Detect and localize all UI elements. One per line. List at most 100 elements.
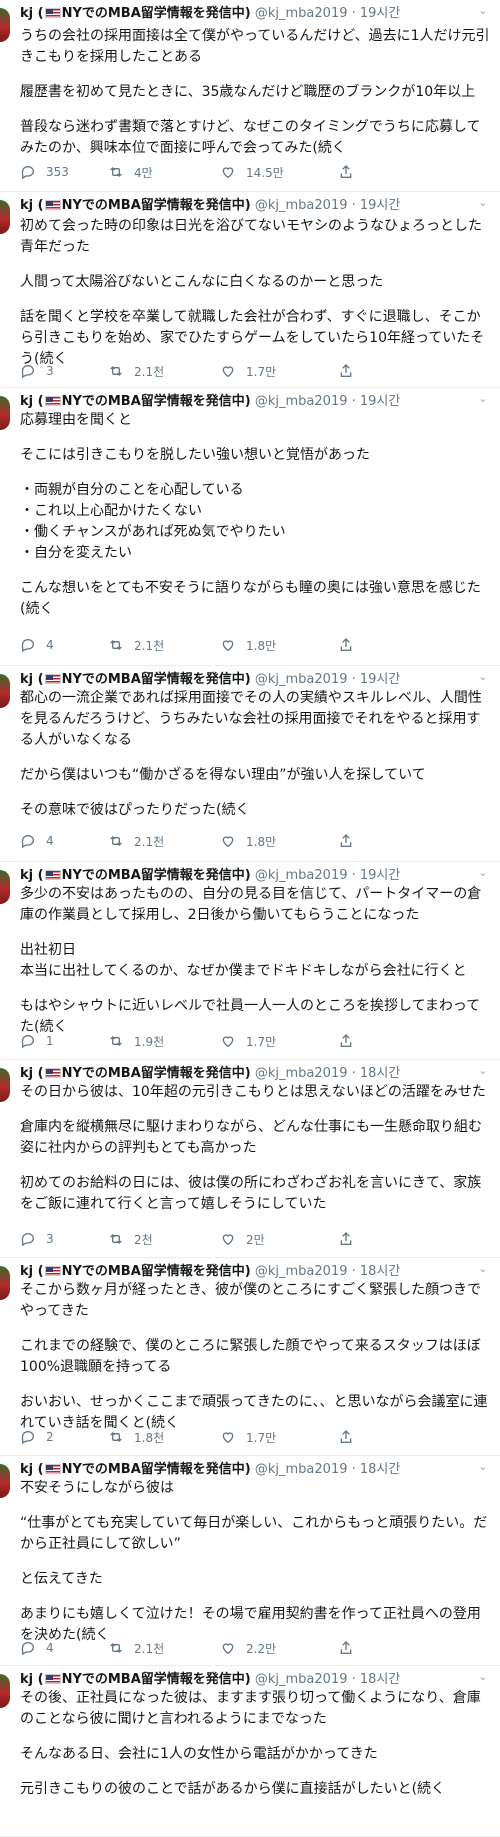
share-icon <box>338 1231 354 1247</box>
tweet-text: 都心の一流企業であれば採用面接でその人の実績やスキルレベル、人間性を見るんだろう… <box>20 688 490 835</box>
author-name[interactable]: kj (NYでのMBA留学情報を発信中) <box>20 1462 251 1477</box>
reply-button[interactable]: 3 <box>20 362 108 380</box>
reply-button[interactable]: 1 <box>20 1032 108 1050</box>
avatar[interactable] <box>0 396 10 430</box>
retweet-button[interactable]: 4만 <box>108 163 220 181</box>
retweet-button[interactable]: 2.1천 <box>108 636 220 654</box>
author-name[interactable]: kj (NYでのMBA留学情報を発信中) <box>20 394 251 409</box>
retweet-button[interactable]: 2.1천 <box>108 362 220 380</box>
tweet[interactable]: kj (NYでのMBA留学情報を発信中) @kj_mba2019 · 19시간 ⌄… <box>0 0 500 192</box>
timestamp[interactable]: 18시간 <box>360 1066 400 1081</box>
tweet-paragraph: ・両親が自分のことを心配している ・これ以上心配かけたくない ・働くチャンスがあ… <box>20 482 286 561</box>
chevron-down-icon[interactable]: ⌄ <box>476 392 490 406</box>
tweet[interactable]: kj (NYでのMBA留学情報を発信中) @kj_mba2019 · 18시간 ⌄… <box>0 1060 500 1258</box>
like-button[interactable]: 2만 <box>220 1230 338 1248</box>
chevron-down-icon[interactable]: ⌄ <box>476 1064 490 1078</box>
retweet-button[interactable]: 1.8천 <box>108 1428 220 1446</box>
chevron-down-icon[interactable]: ⌄ <box>476 1262 490 1276</box>
avatar[interactable] <box>0 1266 10 1300</box>
share-button[interactable] <box>338 1032 368 1050</box>
retweet-button[interactable]: 2.1천 <box>108 1639 220 1657</box>
like-button[interactable]: 1.8만 <box>220 636 338 654</box>
timestamp[interactable]: 18시간 <box>360 1462 400 1477</box>
share-button[interactable] <box>338 1639 368 1657</box>
chevron-down-icon[interactable]: ⌄ <box>476 1460 490 1474</box>
share-button[interactable] <box>338 362 368 380</box>
tweet-paragraph: と伝えてきた <box>20 1571 103 1587</box>
chevron-down-icon[interactable]: ⌄ <box>476 4 490 18</box>
tweet-text: 初めて会った時の印象は日光を浴びてないモヤシのようなひょろっとした青年だった 人間… <box>20 216 490 384</box>
author-handle[interactable]: @kj_mba2019 <box>255 672 348 687</box>
tweet-text: 不安そうにしながら彼は “仕事がとても充実していて毎日が楽しい、これからもっと頑張… <box>20 1478 490 1660</box>
author-name[interactable]: kj (NYでのMBA留学情報を発信中) <box>20 672 251 687</box>
tweet[interactable]: kj (NYでのMBA留学情報を発信中) @kj_mba2019 · 18시간 ⌄… <box>0 1456 500 1666</box>
avatar[interactable] <box>0 200 10 234</box>
chevron-down-icon[interactable]: ⌄ <box>476 866 490 880</box>
reply-button[interactable]: 2 <box>20 1428 108 1446</box>
avatar[interactable] <box>0 8 10 42</box>
avatar[interactable] <box>0 674 10 708</box>
us-flag-icon <box>44 1068 61 1078</box>
tweet[interactable]: kj (NYでのMBA留学情報を発信中) @kj_mba2019 · 19시간 ⌄… <box>0 192 500 388</box>
retweet-button[interactable]: 1.9천 <box>108 1032 220 1050</box>
author-handle[interactable]: @kj_mba2019 <box>255 198 348 213</box>
author-name[interactable]: kj (NYでのMBA留学情報を発信中) <box>20 1066 251 1081</box>
share-button[interactable] <box>338 163 368 181</box>
share-button[interactable] <box>338 636 368 654</box>
reply-button[interactable]: 4 <box>20 636 108 654</box>
share-button[interactable] <box>338 1428 368 1446</box>
chevron-down-icon[interactable]: ⌄ <box>476 196 490 210</box>
like-button[interactable]: 1.8만 <box>220 832 338 850</box>
reply-button[interactable]: 3 <box>20 1230 108 1248</box>
reply-button[interactable]: 353 <box>20 163 108 181</box>
share-button[interactable] <box>338 832 368 850</box>
author-name[interactable]: kj (NYでのMBA留学情報を発信中) <box>20 868 251 883</box>
retweet-icon <box>108 1231 124 1247</box>
author-handle[interactable]: @kj_mba2019 <box>255 1672 348 1687</box>
timestamp[interactable]: 19시간 <box>360 868 400 883</box>
tweet[interactable]: kj (NYでのMBA留学情報を発信中) @kj_mba2019 · 19시간 ⌄… <box>0 862 500 1060</box>
timestamp[interactable]: 19시간 <box>360 198 400 213</box>
avatar[interactable] <box>0 1068 10 1102</box>
tweet[interactable]: kj (NYでのMBA留学情報を発信中) @kj_mba2019 · 18시간 ⌄… <box>0 1666 500 1837</box>
like-button[interactable]: 14.5만 <box>220 163 338 181</box>
tweet-text: 多少の不安はあったものの、自分の見る目を信じて、パートタイマーの倉庫の作業員とし… <box>20 884 490 1052</box>
like-button[interactable]: 1.7만 <box>220 1428 338 1446</box>
tweet-paragraph: だから僕はいつも“働かざるを得ない理由”が強い人を探していて <box>20 767 426 783</box>
author-name[interactable]: kj (NYでのMBA留学情報を発信中) <box>20 198 251 213</box>
author-handle[interactable]: @kj_mba2019 <box>255 394 348 409</box>
reply-icon <box>20 1033 36 1049</box>
timestamp[interactable]: 19시간 <box>360 394 400 409</box>
avatar[interactable] <box>0 870 10 904</box>
tweet[interactable]: kj (NYでのMBA留学情報を発信中) @kj_mba2019 · 19시간 ⌄… <box>0 666 500 862</box>
retweet-button[interactable]: 2.1천 <box>108 832 220 850</box>
author-name[interactable]: kj (NYでのMBA留学情報を発信中) <box>20 1672 251 1687</box>
tweet[interactable]: kj (NYでのMBA留学情報を発信中) @kj_mba2019 · 18시간 ⌄… <box>0 1258 500 1456</box>
share-button[interactable] <box>338 1230 368 1248</box>
timestamp[interactable]: 18시간 <box>360 1672 400 1687</box>
reply-button[interactable]: 4 <box>20 832 108 850</box>
avatar[interactable] <box>0 1464 10 1498</box>
author-handle[interactable]: @kj_mba2019 <box>255 1264 348 1279</box>
tweet[interactable]: kj (NYでのMBA留学情報を発信中) @kj_mba2019 · 19시간 ⌄… <box>0 388 500 666</box>
tweet-paragraph: “仕事がとても充実していて毎日が楽しい、これからもっと頑張りたい。だから正社員に… <box>20 1515 488 1552</box>
chevron-down-icon[interactable]: ⌄ <box>476 1670 490 1684</box>
timestamp[interactable]: 19시간 <box>360 672 400 687</box>
author-handle[interactable]: @kj_mba2019 <box>255 6 348 21</box>
like-button[interactable]: 1.7만 <box>220 1032 338 1050</box>
avatar[interactable] <box>0 1674 10 1708</box>
author-handle[interactable]: @kj_mba2019 <box>255 868 348 883</box>
author-name[interactable]: kj (NYでのMBA留学情報を発信中) <box>20 1264 251 1279</box>
author-name[interactable]: kj (NYでのMBA留学情報を発信中) <box>20 6 251 21</box>
separator-dot: · <box>347 672 360 687</box>
like-button[interactable]: 1.7만 <box>220 362 338 380</box>
like-button[interactable]: 2.2만 <box>220 1639 338 1657</box>
author-handle[interactable]: @kj_mba2019 <box>255 1066 348 1081</box>
reply-button[interactable]: 4 <box>20 1639 108 1657</box>
tweet-paragraph: 初めて会った時の印象は日光を浴びてないモヤシのようなひょろっとした青年だった <box>20 218 482 255</box>
timestamp[interactable]: 19시간 <box>360 6 400 21</box>
timestamp[interactable]: 18시간 <box>360 1264 400 1279</box>
author-handle[interactable]: @kj_mba2019 <box>255 1462 348 1477</box>
retweet-button[interactable]: 2천 <box>108 1230 220 1248</box>
chevron-down-icon[interactable]: ⌄ <box>476 670 490 684</box>
